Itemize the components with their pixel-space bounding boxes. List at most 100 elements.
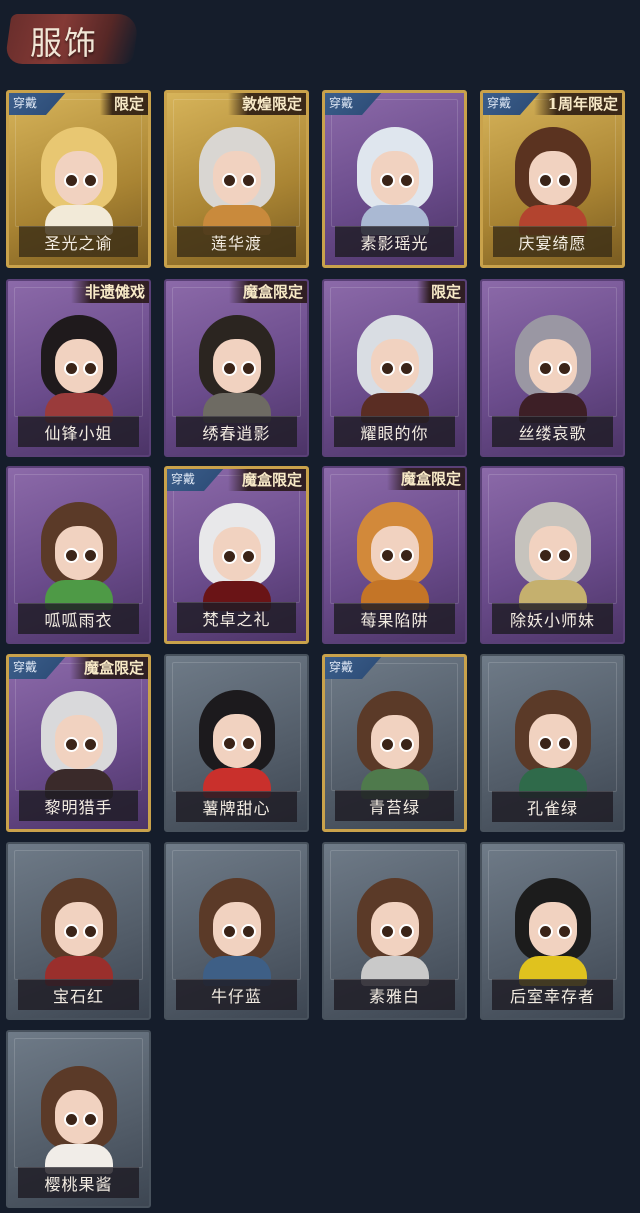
character-portrait	[505, 309, 601, 423]
portrait-eye	[398, 361, 414, 376]
limited-tag-badge: 限定	[416, 281, 465, 303]
costume-name: 仙锋小姐	[18, 416, 139, 447]
portrait-eye	[398, 548, 414, 563]
costume-card[interactable]: 穿戴 素影瑶光	[322, 90, 467, 268]
costume-card[interactable]: 除妖小师妹	[480, 466, 625, 644]
portrait-eye	[221, 361, 237, 376]
portrait-eye	[398, 737, 414, 752]
costume-card[interactable]: 牛仔蓝	[164, 842, 309, 1020]
portrait-eye	[537, 548, 553, 563]
limited-tag-badge: 魔盒限定	[69, 657, 148, 679]
portrait-eye	[240, 736, 256, 751]
costume-card[interactable]: 穿戴 限定 圣光之谕	[6, 90, 151, 268]
portrait-eye	[556, 548, 572, 563]
costume-card[interactable]: 樱桃果酱	[6, 1030, 151, 1208]
character-portrait	[189, 309, 285, 423]
limited-tag-badge: 魔盒限定	[228, 281, 307, 303]
costume-card[interactable]: 丝缕哀歌	[480, 279, 625, 457]
character-portrait	[347, 872, 443, 986]
character-portrait	[31, 121, 127, 235]
portrait-eye	[240, 549, 256, 564]
character-portrait	[347, 685, 443, 799]
costume-card[interactable]: 魔盒限定莓果陷阱	[322, 466, 467, 644]
limited-tag-badge: 魔盒限定	[227, 469, 306, 491]
costume-card[interactable]: 魔盒限定绣春逍影	[164, 279, 309, 457]
page-header: 服饰	[0, 0, 640, 82]
costume-name: 庆宴绮愿	[493, 226, 612, 257]
character-portrait	[189, 121, 285, 235]
portrait-eye	[537, 361, 553, 376]
portrait-eye	[537, 736, 553, 751]
costume-name: 青苔绿	[335, 790, 454, 821]
portrait-eye	[63, 361, 79, 376]
costume-name: 梵卓之礼	[177, 602, 296, 633]
character-portrait	[347, 121, 443, 235]
costume-card[interactable]: 穿戴 魔盒限定 梵卓之礼	[164, 466, 309, 644]
portrait-eye	[63, 1112, 79, 1127]
limited-tag-badge: 魔盒限定	[386, 468, 465, 490]
character-portrait	[505, 872, 601, 986]
portrait-eye	[556, 924, 572, 939]
portrait-eye	[398, 924, 414, 939]
portrait-eye	[379, 924, 395, 939]
portrait-eye	[556, 173, 572, 188]
portrait-eye	[379, 737, 395, 752]
portrait-eye	[221, 924, 237, 939]
portrait-eye	[82, 548, 98, 563]
character-portrait	[505, 496, 601, 610]
costume-name: 莲华渡	[177, 226, 296, 257]
character-portrait	[31, 685, 127, 799]
portrait-eye	[379, 361, 395, 376]
costume-name: 丝缕哀歌	[492, 416, 613, 447]
portrait-eye	[379, 548, 395, 563]
costume-name: 后室幸存者	[492, 979, 613, 1010]
portrait-eye	[221, 736, 237, 751]
costume-card[interactable]: 后室幸存者	[480, 842, 625, 1020]
costume-card[interactable]: 呱呱雨衣	[6, 466, 151, 644]
character-portrait	[189, 684, 285, 798]
costume-name: 耀眼的你	[334, 416, 455, 447]
portrait-eye	[82, 924, 98, 939]
costume-card[interactable]: 敦煌限定莲华渡	[164, 90, 309, 268]
character-portrait	[31, 872, 127, 986]
portrait-eye	[82, 173, 98, 188]
portrait-eye	[379, 173, 395, 188]
limited-tag-badge: 1周年限定	[533, 93, 622, 115]
character-portrait	[505, 121, 601, 235]
costume-card[interactable]: 穿戴 魔盒限定 黎明猎手	[6, 654, 151, 832]
costume-name: 圣光之谕	[19, 226, 138, 257]
portrait-eye	[537, 173, 553, 188]
costume-card[interactable]: 孔雀绿	[480, 654, 625, 832]
portrait-eye	[63, 737, 79, 752]
costume-card[interactable]: 穿戴 1周年限定 庆宴绮愿	[480, 90, 625, 268]
costume-name: 素雅白	[334, 979, 455, 1010]
character-portrait	[31, 496, 127, 610]
portrait-eye	[82, 361, 98, 376]
portrait-eye	[82, 1112, 98, 1127]
costume-name: 薯牌甜心	[176, 791, 297, 822]
limited-tag-badge: 敦煌限定	[227, 93, 306, 115]
costume-card[interactable]: 非遗傩戏仙锋小姐	[6, 279, 151, 457]
costume-name: 樱桃果酱	[18, 1167, 139, 1198]
costume-name: 绣春逍影	[176, 416, 297, 447]
costume-name: 宝石红	[18, 979, 139, 1010]
costume-card[interactable]: 限定耀眼的你	[322, 279, 467, 457]
portrait-eye	[240, 924, 256, 939]
limited-tag-badge: 非遗傩戏	[70, 281, 149, 303]
costume-name: 莓果陷阱	[334, 603, 455, 634]
portrait-eye	[221, 549, 237, 564]
page-title: 服饰	[30, 24, 99, 62]
costume-card[interactable]: 薯牌甜心	[164, 654, 309, 832]
character-portrait	[347, 496, 443, 610]
costume-card[interactable]: 素雅白	[322, 842, 467, 1020]
portrait-eye	[240, 361, 256, 376]
costume-card[interactable]: 宝石红	[6, 842, 151, 1020]
character-portrait	[189, 497, 285, 611]
portrait-eye	[556, 361, 572, 376]
limited-tag-badge: 限定	[99, 93, 148, 115]
costume-name: 孔雀绿	[492, 791, 613, 822]
character-portrait	[31, 1060, 127, 1174]
costume-card[interactable]: 穿戴 青苔绿	[322, 654, 467, 832]
portrait-eye	[63, 173, 79, 188]
portrait-eye	[537, 924, 553, 939]
